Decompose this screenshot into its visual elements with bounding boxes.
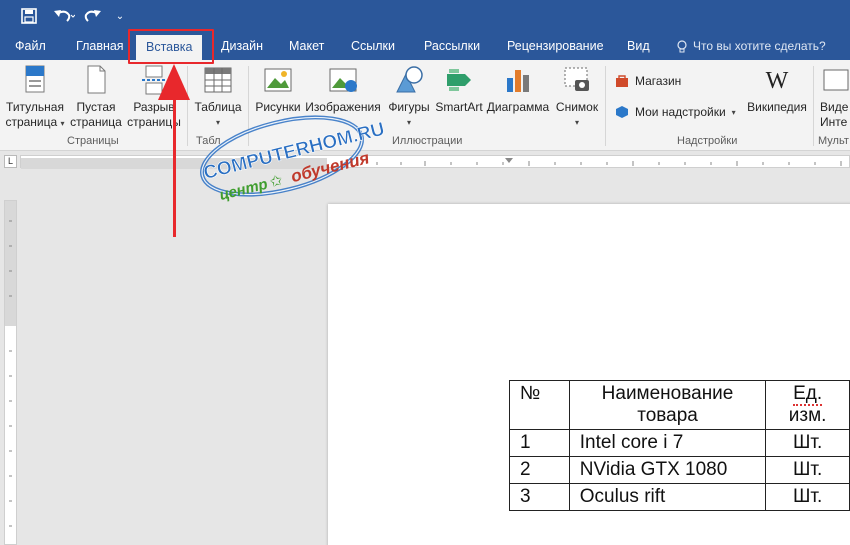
header-unit-line-1: Ед. (793, 383, 823, 406)
table-cell[interactable]: Ед. изм. (765, 380, 850, 430)
blank-page-label-1: Пустая (76, 100, 116, 114)
table-cell[interactable]: Шт. (765, 456, 850, 484)
cover-page-label-2: страница (5, 115, 58, 129)
wikipedia-label: Википедия (747, 100, 807, 114)
tab-selector[interactable]: L (4, 155, 17, 168)
watermark-line-1: центр (218, 176, 270, 204)
header-name-line-2: товара (637, 405, 698, 426)
store-label: Магазин (635, 74, 682, 88)
save-icon[interactable] (18, 4, 40, 28)
blank-page-label-2: страница (70, 115, 122, 129)
table-cell[interactable]: Intel core i 7 (568, 429, 767, 457)
tab-home[interactable]: Главная (76, 33, 124, 60)
chart-icon (507, 70, 529, 92)
smartart-icon (447, 69, 471, 91)
tab-layout[interactable]: Макет (289, 33, 324, 60)
blank-page-button[interactable]: Пустая страница (70, 64, 122, 130)
shapes-button[interactable]: Фигуры ▾ (385, 64, 433, 130)
chart-label: Диаграмма (486, 100, 550, 114)
video-icon (823, 69, 849, 91)
group-separator (813, 66, 814, 146)
header-unit-line-2: изм. (788, 405, 827, 426)
cover-page-label-1: Титульная (6, 100, 64, 114)
table-cell[interactable]: Наименование товара (568, 380, 767, 430)
store-button[interactable]: Магазин (615, 74, 681, 88)
group-label-illustrations: Иллюстрации (392, 135, 463, 147)
store-icon (616, 75, 628, 87)
smartart-label: SmartArt (435, 100, 483, 114)
table-cell[interactable]: NVidia GTX 1080 (568, 456, 767, 484)
online-pictures-icon (329, 68, 357, 92)
star-icon: ✩ (268, 171, 285, 192)
tab-view[interactable]: Вид (627, 33, 650, 60)
screenshot-label: Снимок (555, 100, 599, 114)
ribbon-insert: Титульная страница ▾ Пустая страница Раз… (0, 60, 850, 151)
table-cell[interactable]: 2 (509, 456, 570, 484)
ruler-ticks (5, 201, 16, 527)
group-label-media: Мульт (818, 135, 849, 147)
table-icon (204, 67, 232, 93)
tab-mailings[interactable]: Рассылки (424, 33, 480, 60)
group-separator (605, 66, 606, 146)
lightbulb-icon (677, 39, 687, 52)
my-addins-label: Мои надстройки (635, 105, 726, 119)
chevron-down-icon: ▾ (60, 119, 65, 128)
tell-me-search[interactable]: Что вы хотите сделать? (676, 33, 826, 60)
table-row: № Наименование товара Ед. изм. (509, 380, 850, 430)
quick-access-toolbar: ⌄ (0, 0, 850, 33)
pictures-icon (264, 68, 292, 92)
table-row: 2 NVidia GTX 1080 Шт. (509, 456, 850, 484)
online-video-button[interactable]: Виде Инте (820, 64, 850, 130)
online-video-label-1: Виде (820, 100, 849, 114)
svg-text:W: W (766, 68, 789, 94)
table-cell[interactable]: Oculus rift (568, 483, 767, 511)
page-break-label-1: Разрыв (133, 100, 175, 114)
table-row: 3 Oculus rift Шт. (509, 483, 850, 511)
chevron-down-icon: ▾ (406, 118, 411, 127)
undo-icon[interactable] (50, 4, 78, 28)
chart-button[interactable]: Диаграмма (486, 64, 550, 115)
group-label-addins: Надстройки (677, 135, 738, 147)
document-table[interactable]: № Наименование товара Ед. изм. 1 Intel c… (509, 380, 850, 511)
addins-icon (616, 106, 628, 118)
table-cell[interactable]: 3 (509, 483, 570, 511)
group-label-pages: Страницы (67, 135, 119, 147)
cover-page-button[interactable]: Титульная страница ▾ (5, 64, 65, 131)
wikipedia-button[interactable]: W Википедия (745, 64, 809, 115)
vertical-ruler[interactable] (4, 200, 17, 545)
table-cell[interactable]: 1 (509, 429, 570, 457)
site-watermark: COMPUTERHOM.RU центр ✩ обучения (200, 115, 387, 204)
online-video-label-2: Инте (820, 115, 848, 129)
insert-tab-highlight (128, 29, 214, 64)
smartart-button[interactable]: SmartArt (435, 64, 483, 115)
tab-review[interactable]: Рецензирование (507, 33, 604, 60)
chevron-down-icon: ▾ (731, 107, 736, 117)
table-cell[interactable]: Шт. (765, 429, 850, 457)
header-name-line-1: Наименование (601, 383, 734, 404)
ruler-ticks (21, 158, 842, 169)
chevron-down-icon: ▾ (574, 118, 579, 127)
tell-me-placeholder: Что вы хотите сделать? (693, 39, 826, 53)
cover-page-icon (25, 65, 45, 93)
horizontal-ruler[interactable] (20, 155, 850, 169)
screenshot-button[interactable]: Снимок ▾ (553, 64, 601, 130)
customize-toolbar-icon[interactable]: ⌄ (113, 4, 127, 28)
tab-file[interactable]: Файл (15, 33, 46, 60)
wikipedia-icon: W (766, 68, 789, 94)
table-cell[interactable]: № (509, 380, 570, 430)
tab-references[interactable]: Ссылки (351, 33, 395, 60)
shapes-label: Фигуры (388, 100, 430, 114)
red-arrow-line (173, 85, 176, 237)
shapes-icon (396, 66, 423, 93)
table-row: 1 Intel core i 7 Шт. (509, 429, 850, 457)
tab-design[interactable]: Дизайн (221, 33, 263, 60)
screenshot-icon (564, 67, 589, 91)
blank-page-icon (87, 65, 106, 94)
redo-icon[interactable] (82, 4, 104, 28)
my-addins-button[interactable]: Мои надстройки ▾ (615, 105, 736, 119)
table-cell[interactable]: Шт. (765, 483, 850, 511)
